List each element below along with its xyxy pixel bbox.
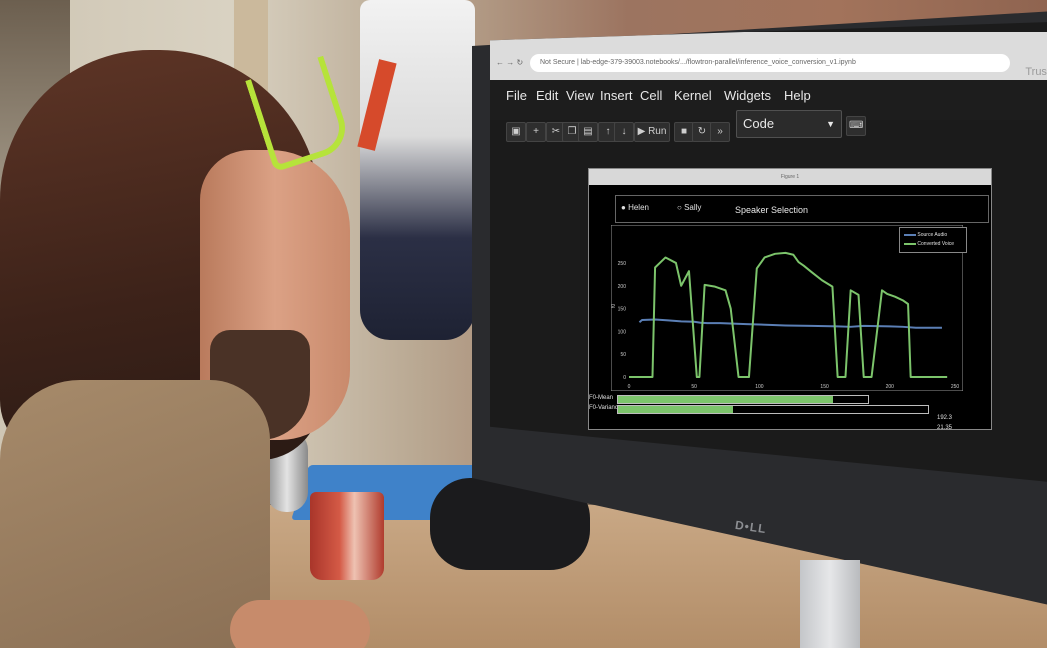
keyboard-icon[interactable]: ⌨ [846,116,867,136]
hanging-jacket [360,0,475,340]
y-tick-label: 50 [620,352,626,358]
x-tick-label: 100 [755,384,764,390]
menu-view[interactable]: View [566,88,594,103]
slider-f0-mean[interactable] [617,395,869,404]
menu-edit[interactable]: Edit [536,88,558,103]
fast-forward-icon[interactable]: » [710,122,730,142]
chart-legend: Source Audio Converted Voice [899,227,967,253]
run-label: Run [648,126,667,137]
legend-source: Source Audio [904,232,947,238]
menu-help[interactable]: Help [784,88,811,103]
menu-file[interactable]: File [506,88,527,103]
save-icon[interactable]: ▣ [506,122,526,142]
y-tick-label: 100 [618,329,627,335]
x-tick-label: 0 [628,384,631,390]
figure-widget: Figure 1 ● Helen ○ Sally Speaker Selecti… [588,168,992,431]
run-button[interactable]: ▶ Run [634,122,670,142]
y-tick-label: 0 [623,375,626,381]
cell-type-select[interactable]: Code ▼ [736,110,842,138]
run-icon: ▶ [637,126,646,137]
red-mug [310,492,384,580]
address-bar[interactable]: Not Secure | lab-edge-379-39003.notebook… [530,54,1010,72]
legend-converted-label: Converted Voice [917,241,955,247]
x-tick-label: 250 [951,384,960,390]
paste-icon[interactable]: ▤ [578,122,598,142]
person-shirt [0,380,270,648]
y-tick-label: 250 [618,261,627,267]
menu-cell[interactable]: Cell [640,88,662,103]
restart-icon[interactable]: ↻ [692,122,712,142]
y-tick-label: 150 [618,307,627,313]
stop-icon[interactable]: ■ [674,122,694,142]
person-hand [230,600,370,648]
chevron-down-icon: ▼ [826,119,835,129]
cell-type-value: Code [743,116,775,131]
menu-widgets[interactable]: Widgets [724,88,771,103]
radio-helen[interactable]: ● Helen [621,203,649,212]
trusted-indicator[interactable]: Trust [1025,66,1047,78]
radio-sally[interactable]: ○ Sally [677,203,701,212]
figure-title: Figure 1 [589,169,991,185]
x-tick-label: 200 [886,384,895,390]
menu-kernel[interactable]: Kernel [674,88,712,103]
legend-source-label: Source Audio [917,232,948,238]
slider-f0-mean-label: F0-Mean [589,395,614,401]
monitor-screen: ← → ↻ Not Secure | lab-edge-379-39003.no… [490,22,1047,482]
slider-f0-mean-fill [618,396,833,403]
radio-sally-label: Sally [684,203,702,212]
slider-f0-variance[interactable] [617,405,929,414]
slider-f0-variance-fill [618,406,733,413]
move-down-icon[interactable]: ↓ [614,122,634,142]
speaker-selection-label: Speaker Selection [735,205,809,215]
slider-f0-mean-value: 192.3 [937,415,953,421]
browser-nav-icons[interactable]: ← → ↻ [496,58,523,67]
monitor-stand [800,560,860,648]
y-axis-label: f0 [611,304,617,308]
legend-converted: Converted Voice [904,241,954,247]
menu-insert[interactable]: Insert [600,88,633,103]
y-tick-label: 200 [618,284,627,290]
slider-f0-variance-value: 21.35 [937,425,953,431]
radio-helen-label: Helen [628,203,649,212]
x-tick-label: 50 [691,384,697,390]
add-icon[interactable]: + [526,122,546,142]
x-tick-label: 150 [820,384,829,390]
photo-scene: D•LL ← → ↻ Not Secure | lab-edge-379-390… [0,0,1047,648]
